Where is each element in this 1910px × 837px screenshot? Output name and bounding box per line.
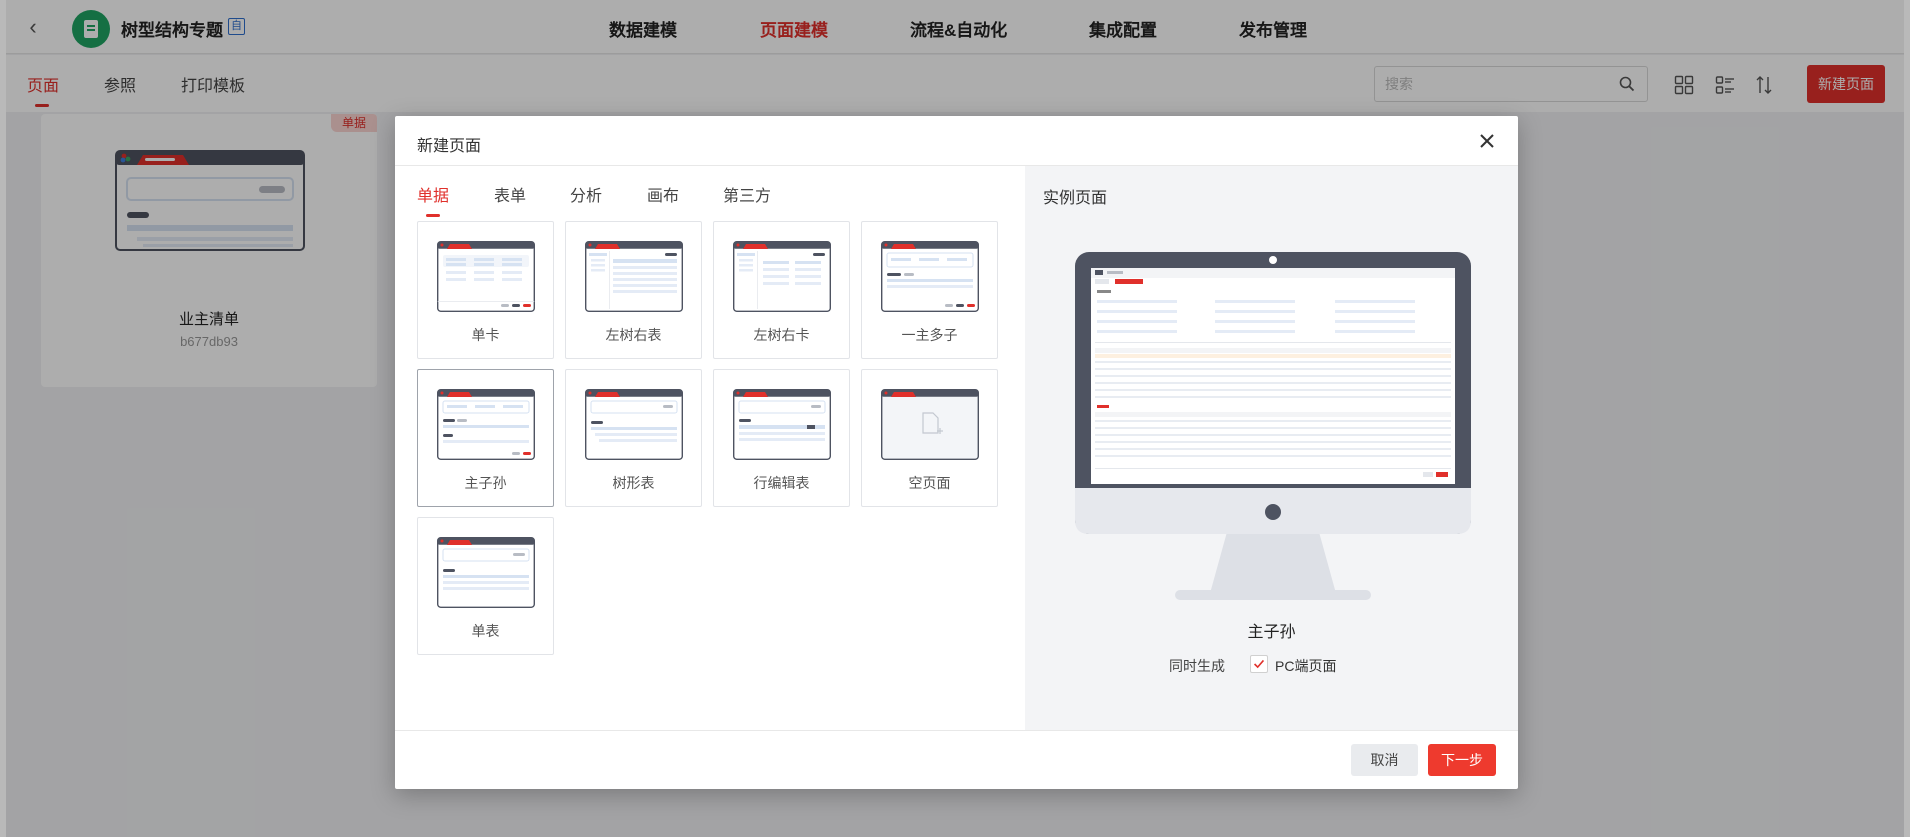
tab-analysis[interactable]: 分析: [570, 182, 602, 206]
template-tree-table[interactable]: 左树右表: [565, 221, 702, 359]
template-tree-grid[interactable]: 树形表: [565, 369, 702, 507]
pc-page-checkbox[interactable]: [1250, 655, 1268, 673]
template-label: 单表: [471, 623, 500, 639]
master-multi-detail-template-icon: [881, 241, 979, 312]
new-page-dialog: 新建页面 单据 表单 分析 画布 第三方 单卡 左树右表 左树右卡 一主多子 主…: [395, 116, 1518, 789]
pc-page-option-label[interactable]: PC端页面: [1275, 656, 1336, 676]
template-label: 行编辑表: [753, 475, 810, 491]
inline-edit-table-template-icon: [733, 389, 831, 460]
close-icon[interactable]: [1478, 132, 1496, 150]
template-label: 左树右卡: [753, 327, 810, 343]
cancel-button[interactable]: 取消: [1351, 744, 1418, 776]
dialog-title: 新建页面: [417, 138, 482, 155]
template-master-child-grandchild[interactable]: 主子孙: [417, 369, 554, 507]
preview-template-name: 主子孙: [1247, 624, 1296, 641]
tree-table-template-icon: [585, 241, 683, 312]
template-single-card[interactable]: 单卡: [417, 221, 554, 359]
template-label: 空页面: [908, 475, 951, 491]
tab-document[interactable]: 单据: [417, 182, 449, 217]
generate-label: 同时生成: [1169, 658, 1225, 674]
template-blank-page[interactable]: 空页面: [861, 369, 998, 507]
tree-card-template-icon: [733, 241, 831, 312]
tab-form[interactable]: 表单: [494, 182, 526, 206]
tree-grid-template-icon: [585, 389, 683, 460]
template-label: 左树右表: [605, 327, 662, 343]
template-inline-edit-table[interactable]: 行编辑表: [713, 369, 850, 507]
blank-page-template-icon: [881, 389, 979, 460]
dialog-footer: 取消 下一步: [395, 730, 1518, 789]
template-label: 树形表: [612, 475, 655, 491]
single-card-template-icon: [437, 241, 535, 312]
template-label: 主子孙: [464, 475, 507, 491]
window-border-right: [1904, 0, 1910, 837]
monitor-preview: [1075, 252, 1471, 600]
template-pane: 单据 表单 分析 画布 第三方 单卡 左树右表 左树右卡 一主多子 主子孙 树形…: [395, 166, 1025, 730]
next-step-button[interactable]: 下一步: [1428, 744, 1496, 776]
preview-title: 实例页面: [1043, 190, 1108, 207]
template-label: 单卡: [471, 327, 500, 343]
tab-third-party[interactable]: 第三方: [723, 182, 771, 206]
preview-pane: 实例页面 主子孙 同时生成 PC端页面: [1025, 166, 1518, 730]
master-child-grandchild-template-icon: [437, 389, 535, 460]
tab-canvas[interactable]: 画布: [647, 182, 679, 206]
template-tree-card[interactable]: 左树右卡: [713, 221, 850, 359]
template-label: 一主多子: [901, 327, 958, 343]
window-border-left: [0, 0, 6, 837]
dialog-header: 新建页面: [395, 116, 1518, 166]
template-single-table[interactable]: 单表: [417, 517, 554, 655]
single-table-template-icon: [437, 537, 535, 608]
template-master-multi-detail[interactable]: 一主多子: [861, 221, 998, 359]
